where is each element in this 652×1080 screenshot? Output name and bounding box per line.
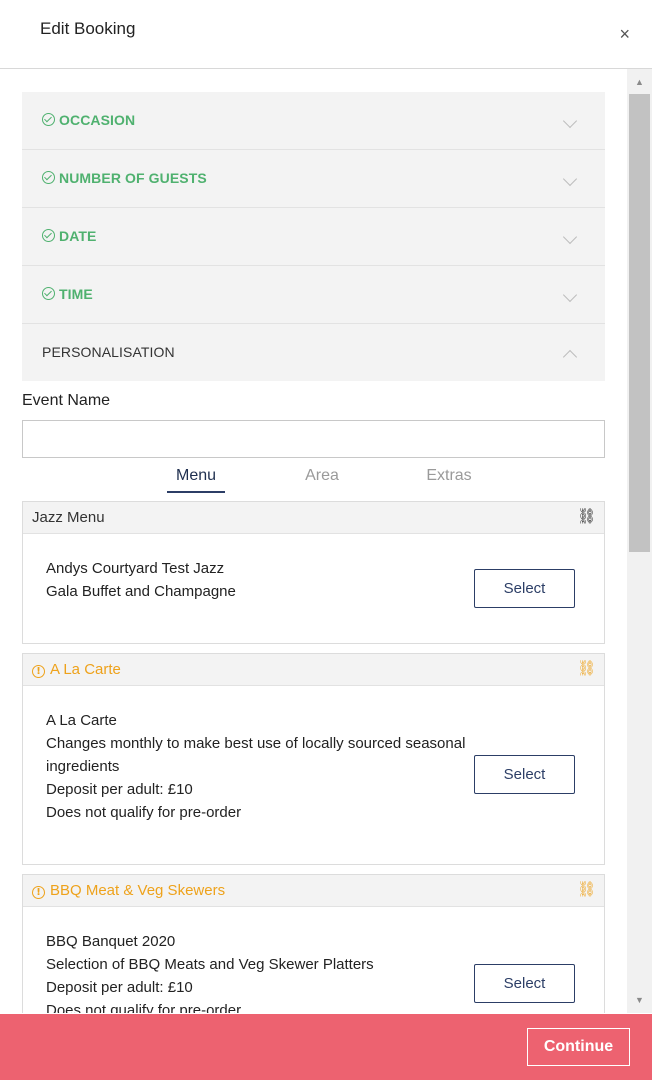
menu-description: Andys Courtyard Test Jazz Gala Buffet an… <box>46 557 476 603</box>
menu-card-a-la-carte: ! A La Carte ⛓ A La Carte Changes monthly… <box>22 653 605 865</box>
booking-steps-accordion: OCCASION NUMBER OF GUESTS DATE TIME PERS… <box>22 92 605 381</box>
exclamation-circle-icon: ! <box>32 886 45 899</box>
link-icon[interactable]: ⛓ <box>577 507 596 525</box>
menu-description-line: Selection of BBQ Meats and Veg Skewer Pl… <box>46 956 374 973</box>
tab-menu[interactable]: Menu <box>167 467 225 493</box>
accordion-title: DATE <box>42 228 96 244</box>
menu-card-jazz-menu: Jazz Menu ⛓ Andys Courtyard Test Jazz Ga… <box>22 501 605 644</box>
menu-card-header: ! BBQ Meat & Veg Skewers ⛓ <box>23 875 604 907</box>
accordion-item-date[interactable]: DATE <box>22 208 605 266</box>
menu-card-header: ! A La Carte ⛓ <box>23 654 604 686</box>
check-circle-icon <box>42 287 55 300</box>
select-menu-button[interactable]: Select <box>474 755 575 794</box>
modal-footer: Continue <box>0 1014 652 1080</box>
event-name-label: Event Name <box>22 392 111 409</box>
accordion-title: TIME <box>42 286 93 302</box>
chevron-down-icon[interactable] <box>562 229 578 245</box>
check-circle-icon <box>42 171 55 184</box>
chevron-down-icon[interactable] <box>562 113 578 129</box>
accordion-item-number-of-guests[interactable]: NUMBER OF GUESTS <box>22 150 605 208</box>
menu-description: A La Carte Changes monthly to make best … <box>46 709 476 824</box>
personalisation-tabs: Menu Area Extras <box>0 461 627 495</box>
accordion-item-time[interactable]: TIME <box>22 266 605 324</box>
menu-card-header: Jazz Menu ⛓ <box>23 502 604 534</box>
modal-title: Edit Booking <box>40 19 136 38</box>
select-menu-button[interactable]: Select <box>474 964 575 1003</box>
accordion-item-personalisation[interactable]: PERSONALISATION <box>22 324 605 381</box>
vertical-scrollbar[interactable]: ▲ ▼ <box>627 69 652 1013</box>
chevron-up-icon[interactable] <box>562 349 578 365</box>
menu-description-line: Deposit per adult: £10 <box>46 979 193 996</box>
accordion-title: PERSONALISATION <box>42 344 175 360</box>
event-name-input[interactable] <box>22 420 605 458</box>
link-icon[interactable]: ⛓ <box>577 659 596 677</box>
menu-card-title: ! BBQ Meat & Veg Skewers <box>32 882 225 899</box>
close-icon[interactable]: × <box>619 24 630 44</box>
accordion-title: NUMBER OF GUESTS <box>42 170 207 186</box>
menu-card-title: Jazz Menu <box>32 509 105 526</box>
menu-description-line: A La Carte <box>46 712 117 729</box>
check-circle-icon <box>42 113 55 126</box>
accordion-item-occasion[interactable]: OCCASION <box>22 92 605 150</box>
menu-card-title: ! A La Carte <box>32 661 121 678</box>
link-icon[interactable]: ⛓ <box>577 880 596 898</box>
exclamation-circle-icon: ! <box>32 665 45 678</box>
chevron-down-icon[interactable] <box>562 287 578 303</box>
select-menu-button[interactable]: Select <box>474 569 575 608</box>
continue-button[interactable]: Continue <box>527 1028 630 1066</box>
scroll-up-arrow-icon[interactable]: ▲ <box>627 73 652 91</box>
tab-extras[interactable]: Extras <box>418 467 480 491</box>
tab-area[interactable]: Area <box>296 467 348 491</box>
accordion-title: OCCASION <box>42 112 135 128</box>
chevron-down-icon[interactable] <box>562 171 578 187</box>
scroll-down-arrow-icon[interactable]: ▼ <box>627 991 652 1009</box>
check-circle-icon <box>42 229 55 242</box>
modal-header: Edit Booking × <box>0 0 652 69</box>
menu-description-line: Does not qualify for pre-order <box>46 1002 242 1013</box>
scrollbar-thumb[interactable] <box>629 94 650 552</box>
menu-description-line: BBQ Banquet 2020 <box>46 933 176 950</box>
menu-card-bbq-meat-veg-skewers: ! BBQ Meat & Veg Skewers ⛓ BBQ Banquet 20… <box>22 874 605 1013</box>
menu-description-line: Does not qualify for pre-order <box>46 804 242 821</box>
modal-body[interactable]: OCCASION NUMBER OF GUESTS DATE TIME PERS… <box>0 69 627 1013</box>
menu-description-line: Andys Courtyard Test Jazz <box>46 560 225 577</box>
menu-description: BBQ Banquet 2020 Selection of BBQ Meats … <box>46 930 476 1013</box>
menu-description-line: Changes monthly to make best use of loca… <box>46 735 466 775</box>
menu-description-line: Gala Buffet and Champagne <box>46 583 236 600</box>
menu-description-line: Deposit per adult: £10 <box>46 781 193 798</box>
